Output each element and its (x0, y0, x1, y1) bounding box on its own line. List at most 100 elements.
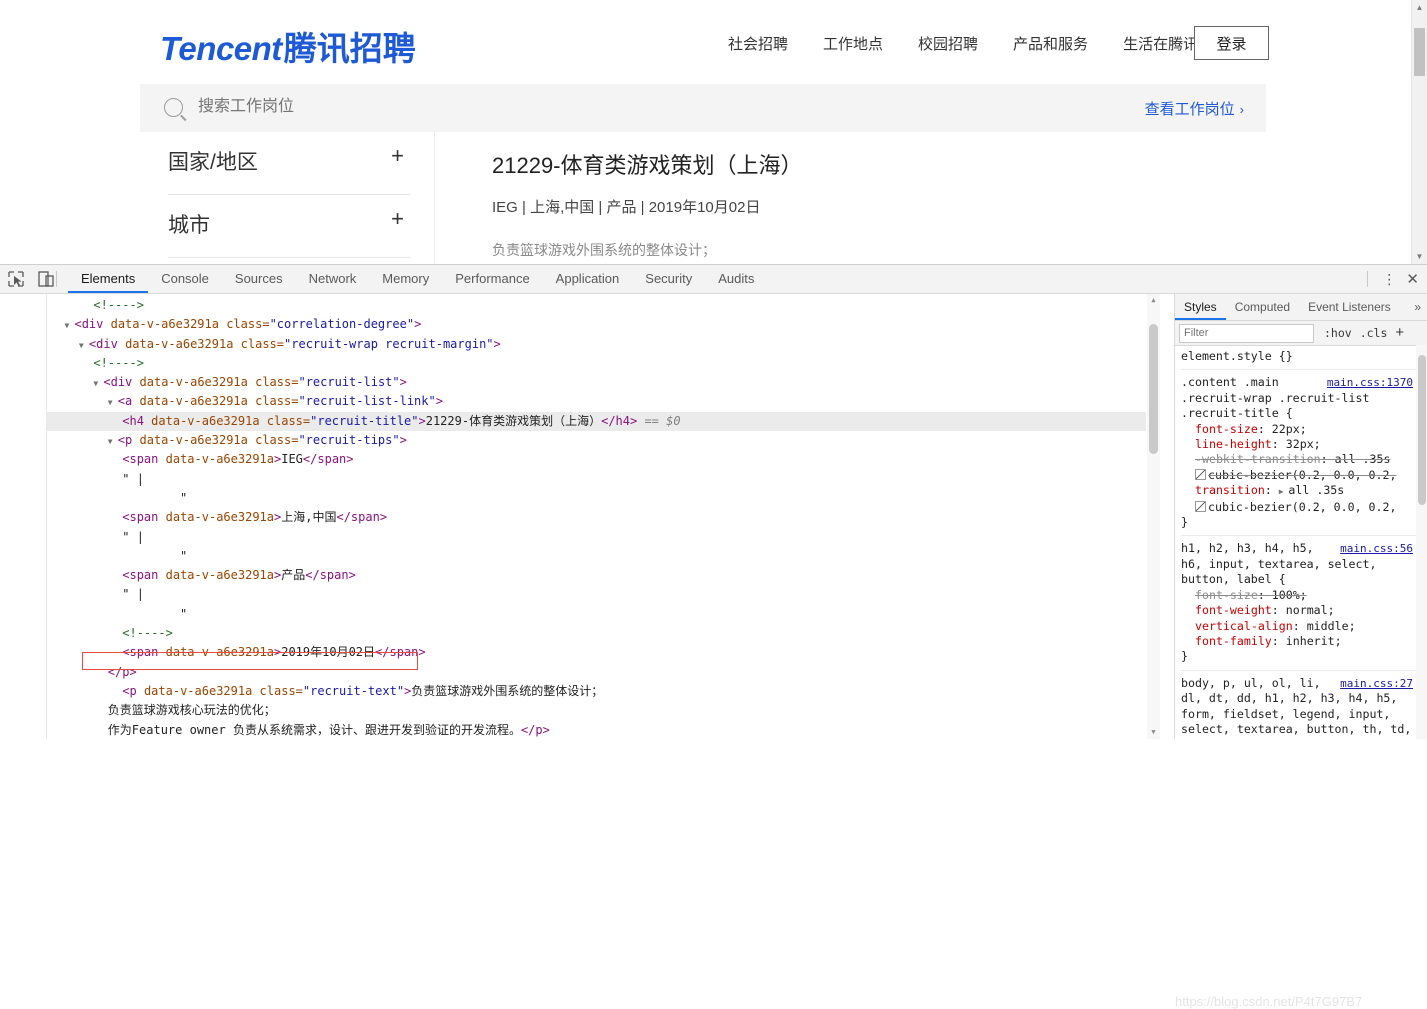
tab-computed[interactable]: Computed (1226, 294, 1299, 320)
style-property[interactable]: transition: ▶ all .35s (1181, 483, 1421, 499)
nav-item-social-recruit[interactable]: 社会招聘 (728, 33, 788, 54)
style-property[interactable]: font-weight: normal; (1181, 603, 1421, 618)
dom-line[interactable]: " | (46, 470, 1146, 489)
filter-list: 国家/地区 + 城市 + (168, 132, 410, 258)
dom-line[interactable]: <!----> (46, 354, 1146, 373)
tab-memory[interactable]: Memory (369, 265, 442, 293)
style-property[interactable]: -webkit-transition: all .35s (1181, 452, 1421, 467)
selected-node-highlight-box (82, 652, 418, 670)
more-options-icon[interactable]: ⋮ (1382, 272, 1396, 286)
dom-scroll-down-icon[interactable]: ▼ (1147, 726, 1160, 739)
tab-event-listeners[interactable]: Event Listeners (1299, 294, 1400, 320)
bezier-swatch-icon[interactable] (1195, 500, 1206, 512)
site-header: Tencent腾讯招聘 社会招聘 工作地点 校园招聘 产品和服务 生活在腾讯 登… (0, 0, 1412, 84)
dom-line[interactable]: " | (46, 528, 1146, 547)
device-toolbar-icon[interactable] (36, 269, 56, 289)
style-property[interactable]: cubic-bezier(0.2, 0.0, 0.2, (1181, 468, 1421, 483)
style-property[interactable]: font-size: 22px; (1181, 422, 1421, 437)
tab-console[interactable]: Console (148, 265, 222, 293)
job-title[interactable]: 21229-体育类游戏策划（上海） (492, 150, 1172, 182)
nav-item-life-at-tencent[interactable]: 生活在腾讯 (1123, 33, 1198, 54)
dom-line[interactable]: <!----> (46, 296, 1146, 315)
style-rule[interactable]: element.style {} (1181, 349, 1421, 371)
dom-line[interactable]: ▼ <div data-v-a6e3291a class="recruit-wra… (46, 335, 1146, 354)
view-jobs-link[interactable]: 查看工作岗位 › (1145, 98, 1244, 119)
filter-city[interactable]: 城市 + (168, 195, 410, 258)
tab-styles[interactable]: Styles (1175, 294, 1226, 320)
more-tabs-icon[interactable]: » (1414, 300, 1427, 314)
tab-security[interactable]: Security (632, 265, 705, 293)
chevron-right-icon: › (1239, 102, 1244, 117)
style-source-link[interactable]: main.css:27 (1340, 676, 1413, 691)
dom-line[interactable]: " (46, 605, 1146, 624)
app-root: Tencent腾讯招聘 社会招聘 工作地点 校园招聘 产品和服务 生活在腾讯 登… (0, 0, 1427, 1009)
dom-line[interactable]: " (46, 547, 1146, 566)
hov-toggle[interactable]: :hov (1324, 326, 1352, 340)
style-source-link[interactable]: main.css:56 (1340, 541, 1413, 556)
job-description: 负责篮球游戏外围系统的整体设计； (492, 242, 716, 258)
login-button[interactable]: 登录 (1194, 26, 1269, 60)
dom-line[interactable]: <!----> (46, 624, 1146, 643)
dom-line[interactable]: " (46, 489, 1146, 508)
job-detail-panel: 21229-体育类游戏策划（上海） IEG | 上海,中国 | 产品 | 201… (492, 132, 1172, 261)
tab-audits[interactable]: Audits (705, 265, 767, 293)
plus-icon[interactable]: + (391, 145, 404, 167)
dom-line[interactable]: ▼ <div data-v-a6e3291a class="recruit-lis… (46, 373, 1146, 392)
dom-line[interactable]: <span data-v-a6e3291a>产品</span> (46, 566, 1146, 585)
dom-scrollbar[interactable]: ▲ ▼ (1147, 294, 1160, 739)
style-property[interactable]: font-family: inherit; (1181, 634, 1421, 649)
dom-line[interactable]: <h4 data-v-a6e3291a class="recruit-title… (46, 411, 1146, 432)
styles-filter-input[interactable] (1179, 323, 1314, 343)
dom-line[interactable]: ▼ <a data-v-a6e3291a class="recruit-list-… (46, 392, 1146, 411)
style-property[interactable]: cubic-bezier(0.2, 0.0, 0.2, (1181, 500, 1421, 515)
filter-country-region[interactable]: 国家/地区 + (168, 132, 410, 195)
dom-tree-pane[interactable]: <!----> ▼ <div data-v-a6e3291a class="cor… (0, 294, 1160, 739)
dom-line[interactable]: ▼ <p data-v-a6e3291a class="recruit-tips"… (46, 431, 1146, 450)
bezier-swatch-icon[interactable] (1195, 468, 1206, 480)
tab-network[interactable]: Network (296, 265, 370, 293)
style-source-link[interactable]: main.css:1370 (1327, 375, 1413, 390)
nav-item-products-services[interactable]: 产品和服务 (1013, 33, 1088, 54)
scroll-down-icon[interactable]: ▼ (1412, 249, 1427, 264)
dom-tree[interactable]: <!----> ▼ <div data-v-a6e3291a class="cor… (46, 294, 1146, 739)
tencent-logo[interactable]: Tencent腾讯招聘 (160, 22, 416, 70)
style-rules-list[interactable]: element.style {} main.css:1370 .content .m… (1175, 345, 1421, 739)
new-style-rule-icon[interactable]: + (1395, 325, 1404, 340)
dom-line[interactable]: <span data-v-a6e3291a>IEG</span> (46, 450, 1146, 469)
style-selector[interactable]: element.style { (1181, 349, 1286, 363)
tab-application[interactable]: Application (543, 265, 633, 293)
dom-line[interactable]: " | (46, 585, 1146, 604)
nav-item-campus-recruit[interactable]: 校园招聘 (918, 33, 978, 54)
dom-line[interactable]: 作为Feature owner 负责从系统需求，设计、跟进开发到验证的开发流程。… (46, 721, 1146, 739)
dom-scrollbar-thumb[interactable] (1149, 324, 1158, 454)
dom-line[interactable]: ▼ <div data-v-a6e3291a class="correlation… (46, 315, 1146, 334)
page-scrollbar[interactable]: ▲ ▼ (1411, 0, 1427, 264)
page-scrollbar-thumb[interactable] (1414, 28, 1425, 76)
close-icon[interactable]: ✕ (1406, 270, 1419, 288)
style-rule[interactable]: main.css:1370 .content .main .recruit-wrap… (1181, 375, 1421, 537)
scroll-up-icon[interactable]: ▲ (1412, 0, 1427, 15)
inspect-element-icon[interactable] (6, 269, 26, 289)
dom-line[interactable]: <p data-v-a6e3291a class="recruit-text">… (46, 682, 1146, 701)
dom-line[interactable]: 负责篮球游戏核心玩法的优化； (46, 701, 1146, 720)
style-property[interactable]: font-size: 100%; (1181, 588, 1421, 603)
style-property[interactable]: vertical-align: middle; (1181, 619, 1421, 634)
styles-scrollbar-thumb[interactable] (1418, 355, 1426, 505)
cls-toggle[interactable]: .cls (1360, 326, 1388, 340)
dom-line[interactable]: <span data-v-a6e3291a>上海,中国</span> (46, 508, 1146, 527)
plus-icon[interactable]: + (391, 208, 404, 230)
style-rule[interactable]: main.css:56 h1, h2, h3, h4, h5, h6, input,… (1181, 541, 1421, 671)
search-input[interactable] (196, 97, 900, 117)
devtools-body: <!----> ▼ <div data-v-a6e3291a class="cor… (0, 294, 1427, 1009)
toolbar-divider-right (1367, 271, 1369, 287)
styles-scrollbar[interactable] (1416, 345, 1427, 739)
tab-sources[interactable]: Sources (222, 265, 296, 293)
nav-item-work-location[interactable]: 工作地点 (823, 33, 883, 54)
tab-elements[interactable]: Elements (68, 265, 148, 293)
dom-scroll-up-icon[interactable]: ▲ (1147, 294, 1160, 307)
style-rule[interactable]: main.css:27 body, p, ul, ol, li, dl, dt, d… (1181, 676, 1421, 739)
filter-label: 国家/地区 (168, 151, 258, 174)
filter-label: 城市 (168, 214, 210, 237)
tab-performance[interactable]: Performance (442, 265, 542, 293)
style-property[interactable]: line-height: 32px; (1181, 437, 1421, 452)
